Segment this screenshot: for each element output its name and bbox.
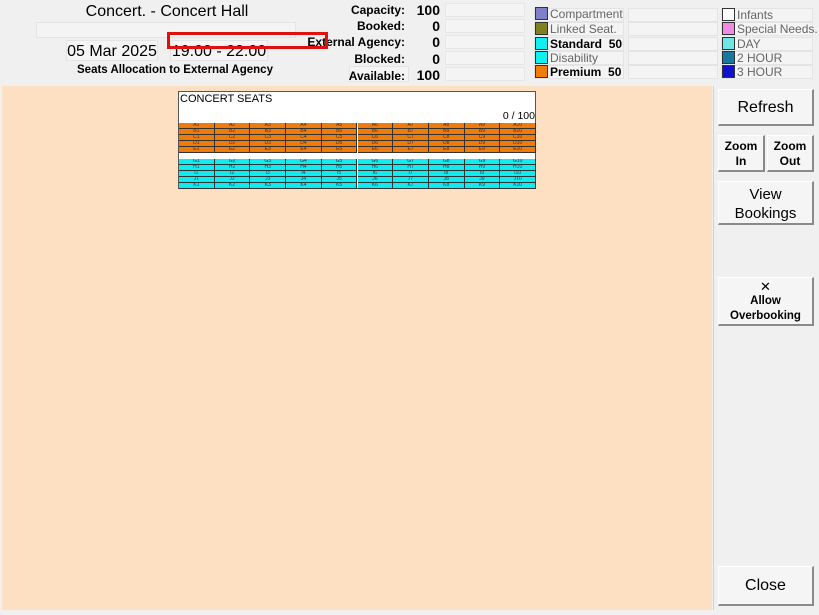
- legend-swatch: [722, 65, 735, 78]
- legend-swatch: [535, 37, 548, 50]
- booked-value: 0: [432, 18, 440, 34]
- booked-bar: [445, 19, 525, 33]
- legend-label: 3 HOUR: [737, 65, 783, 79]
- seat-K6[interactable]: K6: [357, 183, 394, 189]
- seat-E2[interactable]: E2: [214, 147, 251, 153]
- seat-K5[interactable]: K5: [321, 183, 358, 189]
- external-agency-value: 0: [432, 34, 440, 50]
- legend-label: Linked Seat.: [550, 22, 617, 36]
- seat-K7[interactable]: K7: [393, 183, 429, 189]
- legend-premium-label: Premium: [550, 65, 602, 79]
- seat-E6[interactable]: E6: [357, 147, 394, 153]
- event-date: 05 Mar 2025: [66, 40, 158, 61]
- seat-plan-title: CONCERT SEATS: [180, 93, 273, 105]
- legend-swatch: [535, 51, 548, 64]
- legend-premium-count: 50: [608, 65, 622, 79]
- legend-spacer: [628, 37, 718, 51]
- status-strip: [0, 610, 819, 615]
- legend-label: Premium 50: [550, 65, 621, 79]
- close-label: Close: [745, 577, 786, 594]
- blocked-bar: [445, 51, 525, 65]
- legend-label: 2 HOUR: [737, 51, 783, 65]
- seat-E4[interactable]: E4: [286, 147, 322, 153]
- legend-swatch: [535, 22, 548, 35]
- zoom-out-button[interactable]: Zoom Out: [767, 135, 814, 172]
- seat-K1[interactable]: K1: [179, 183, 215, 189]
- seat-plan-count: 0 / 100: [502, 110, 535, 122]
- legend-spacer: [628, 8, 718, 22]
- seat-K8[interactable]: K8: [428, 183, 465, 189]
- seat-E3[interactable]: E3: [250, 147, 287, 153]
- legend-swatch: [722, 51, 735, 64]
- legend-label: Compartment: [550, 7, 623, 21]
- seat-K3[interactable]: K3: [250, 183, 287, 189]
- allow-overbooking-label: Allow: [750, 295, 781, 307]
- legend-swatch: [722, 22, 735, 35]
- allow-overbooking-label-2: Overbooking: [730, 310, 801, 322]
- allow-overbooking-button[interactable]: ✕ Allow Overbooking: [718, 277, 814, 326]
- capacity-value: 100: [416, 2, 440, 18]
- legend-label: DAY: [737, 37, 761, 51]
- refresh-button[interactable]: Refresh: [718, 89, 814, 126]
- header-panel: Concert. - Concert Hall 05 Mar 2025 19:0…: [0, 0, 819, 84]
- view-bookings-label: View: [749, 186, 782, 203]
- legend-spacer: [628, 51, 718, 65]
- legend-swatch: [535, 7, 548, 20]
- blocked-label: Blocked:: [354, 52, 405, 66]
- zoom-in-label-2: In: [735, 154, 747, 168]
- capacity-label: Capacity:: [350, 3, 405, 17]
- capacity-bar: [445, 3, 525, 17]
- close-icon: ✕: [760, 279, 771, 294]
- available-label: Available:: [348, 69, 405, 83]
- available-bar: [445, 67, 525, 81]
- view-bookings-button[interactable]: View Bookings: [718, 181, 814, 225]
- legend-swatch: [722, 37, 735, 50]
- legend-label: Special Needs.: [737, 22, 818, 36]
- seat-E5[interactable]: E5: [321, 147, 358, 153]
- right-panel: Refresh Zoom In Zoom Out View Bookings ✕…: [713, 86, 819, 610]
- seat-K10[interactable]: K10: [500, 183, 536, 189]
- legend-standard-label: Standard: [550, 37, 603, 51]
- seat-E10[interactable]: E10: [500, 147, 536, 153]
- blocked-value: 0: [432, 51, 440, 67]
- legend-swatch: [722, 8, 735, 21]
- seat-E8[interactable]: E8: [428, 147, 465, 153]
- legend-swatch: [535, 65, 548, 78]
- seat-E9[interactable]: E9: [464, 147, 501, 153]
- legend-label: Standard 50: [550, 37, 622, 51]
- selection-highlight: [167, 32, 328, 49]
- legend-spacer: [628, 22, 718, 36]
- legend-spacer: [628, 65, 718, 79]
- seat-K2[interactable]: K2: [214, 183, 251, 189]
- zoom-out-label: Zoom: [773, 139, 807, 153]
- seat-K4[interactable]: K4: [286, 183, 322, 189]
- refresh-label: Refresh: [737, 99, 794, 116]
- event-title: Concert. - Concert Hall: [85, 3, 249, 20]
- legend-label: Disability: [550, 51, 599, 65]
- available-value: 100: [416, 67, 440, 83]
- allocation-label: Seats Allocation to External Agency: [77, 64, 273, 76]
- booked-label: Booked:: [357, 19, 405, 33]
- seat-E1[interactable]: E1: [179, 147, 215, 153]
- legend-standard-count: 50: [608, 37, 623, 51]
- seat-plan: CONCERT SEATS 0 / 100 A1 A2 A3 A4 A5 A6 A7 A8 A9…: [178, 91, 536, 189]
- seat-plan-canvas[interactable]: CONCERT SEATS 0 / 100 A1 A2 A3 A4 A5 A6 A7 A8 A9…: [2, 86, 712, 610]
- view-bookings-label-2: Bookings: [734, 205, 797, 222]
- zoom-in-label: Zoom: [724, 139, 758, 153]
- close-button[interactable]: Close: [718, 566, 814, 606]
- seat-K9[interactable]: K9: [464, 183, 501, 189]
- zoom-in-button[interactable]: Zoom In: [718, 135, 765, 172]
- legend-label: Infants: [737, 8, 774, 22]
- external-agency-bar: [445, 35, 525, 49]
- seat-E7[interactable]: E7: [393, 147, 429, 153]
- zoom-out-label-2: Out: [779, 154, 801, 168]
